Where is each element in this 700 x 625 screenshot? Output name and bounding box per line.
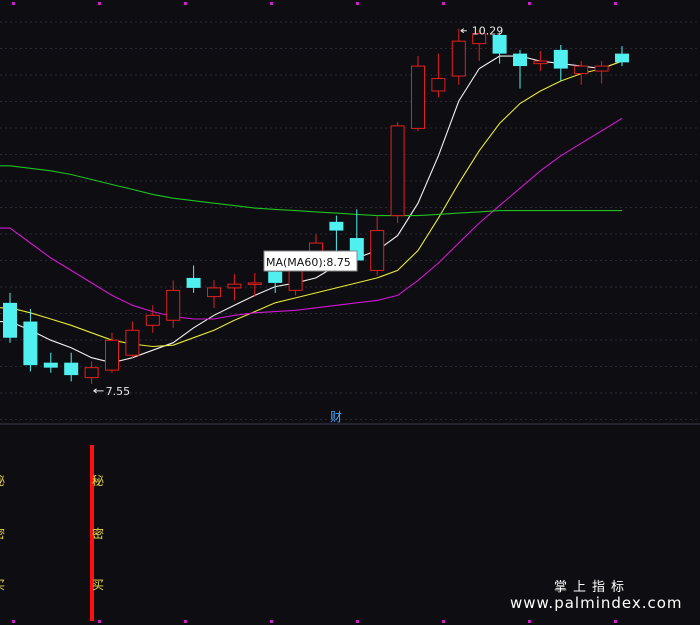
candle-body-up bbox=[288, 269, 303, 291]
candle-body-down bbox=[513, 53, 527, 67]
candle-body-up bbox=[207, 287, 221, 298]
watermark-cn: 掌上指标 bbox=[554, 580, 630, 595]
moving-average-lines bbox=[0, 55, 623, 364]
candle bbox=[23, 309, 38, 372]
bottom-dot bbox=[528, 620, 531, 623]
candle-body-up bbox=[370, 230, 385, 271]
bottom-dot bbox=[270, 620, 273, 623]
ma-tooltip-text: MA(MA60):8.75 bbox=[266, 256, 351, 269]
candle bbox=[574, 61, 589, 85]
candle-body-up bbox=[411, 65, 425, 129]
ma-line-4 bbox=[0, 165, 622, 217]
candle-body-up bbox=[227, 283, 242, 289]
candle-body-down bbox=[3, 302, 17, 338]
candle-body-up bbox=[574, 65, 589, 75]
candle-body-down bbox=[186, 277, 201, 288]
candle bbox=[166, 280, 181, 328]
top-dot bbox=[356, 2, 359, 5]
candle bbox=[329, 215, 344, 251]
bottom-dot bbox=[98, 620, 101, 623]
low-price-label: 7.55 bbox=[106, 385, 131, 398]
candle bbox=[84, 361, 99, 384]
high-arrow bbox=[460, 28, 467, 34]
candle bbox=[125, 321, 140, 358]
candle bbox=[411, 56, 425, 131]
bottom-dot bbox=[184, 620, 187, 623]
candle bbox=[451, 28, 466, 85]
top-dot bbox=[270, 2, 273, 5]
candle-body-up bbox=[451, 40, 466, 77]
candle-body-down bbox=[553, 49, 568, 69]
candle bbox=[431, 53, 446, 98]
candle bbox=[513, 49, 527, 89]
candle bbox=[3, 292, 17, 343]
signal-label-2: 密 bbox=[92, 526, 104, 541]
candlestick-chart: 10.29 7.55 MA(MA60):8.75 财 秘 密 买 秘 密 买 掌… bbox=[0, 2, 700, 623]
candle-body-up bbox=[594, 65, 609, 72]
signal-panel: 秘 密 买 秘 密 买 bbox=[0, 445, 104, 621]
event-marker: 财 bbox=[330, 410, 342, 424]
candle-body-down bbox=[329, 221, 344, 231]
candle bbox=[207, 280, 221, 308]
high-price-label: 10.29 bbox=[472, 25, 504, 38]
candle bbox=[64, 352, 79, 382]
candle bbox=[390, 122, 405, 224]
candle-body-down bbox=[23, 321, 38, 366]
candle-body-down bbox=[492, 34, 507, 54]
top-dot bbox=[528, 2, 531, 5]
candle-body-down bbox=[615, 53, 629, 63]
candle-body-down bbox=[64, 362, 79, 376]
candle-body-up bbox=[105, 339, 119, 371]
ma-line-2 bbox=[0, 60, 623, 348]
bottom-dot bbox=[12, 620, 15, 623]
bottom-dot bbox=[614, 620, 617, 623]
signal-label-left-3: 买 bbox=[0, 578, 5, 592]
candle bbox=[186, 265, 201, 293]
candle-body-up bbox=[84, 367, 99, 379]
top-dot bbox=[98, 2, 101, 5]
candle-body-down bbox=[268, 271, 283, 283]
signal-label-3: 买 bbox=[92, 578, 104, 592]
candle bbox=[227, 274, 242, 301]
signal-label-left-2: 密 bbox=[0, 526, 5, 541]
candle-body-up bbox=[145, 314, 160, 326]
candle-body-up bbox=[533, 60, 548, 65]
top-dot bbox=[442, 2, 445, 5]
top-dot bbox=[184, 2, 187, 5]
candle bbox=[594, 61, 609, 84]
low-arrow bbox=[93, 388, 104, 394]
candle-body-up bbox=[166, 289, 181, 321]
top-dot-markers bbox=[12, 2, 617, 5]
chart-stage: 10.29 7.55 MA(MA60):8.75 财 秘 密 买 秘 密 买 掌… bbox=[0, 0, 700, 625]
signal-label-1: 秘 bbox=[92, 474, 104, 488]
candle-body-up bbox=[125, 329, 140, 356]
candle-body-up bbox=[390, 125, 405, 217]
bottom-dot bbox=[356, 620, 359, 623]
ma-line-3 bbox=[0, 117, 623, 320]
candle-body-up bbox=[431, 78, 446, 92]
top-dot bbox=[12, 2, 15, 5]
candles bbox=[3, 28, 629, 384]
candle-body-down bbox=[43, 362, 58, 368]
signal-label-left-1: 秘 bbox=[0, 474, 5, 488]
ma-line-1 bbox=[0, 55, 623, 364]
candle-body-up bbox=[247, 282, 262, 285]
watermark-url: www.palmindex.com bbox=[510, 594, 683, 612]
candle bbox=[533, 51, 548, 72]
candle bbox=[43, 352, 58, 373]
candle bbox=[553, 44, 568, 82]
bottom-dot bbox=[442, 620, 445, 623]
bottom-dot-markers bbox=[12, 620, 617, 623]
watermark: 掌上指标 www.palmindex.com bbox=[510, 580, 683, 612]
candle bbox=[370, 215, 385, 276]
top-dot bbox=[614, 2, 617, 5]
candle bbox=[145, 305, 160, 333]
ma-tooltip: MA(MA60):8.75 bbox=[263, 250, 358, 272]
